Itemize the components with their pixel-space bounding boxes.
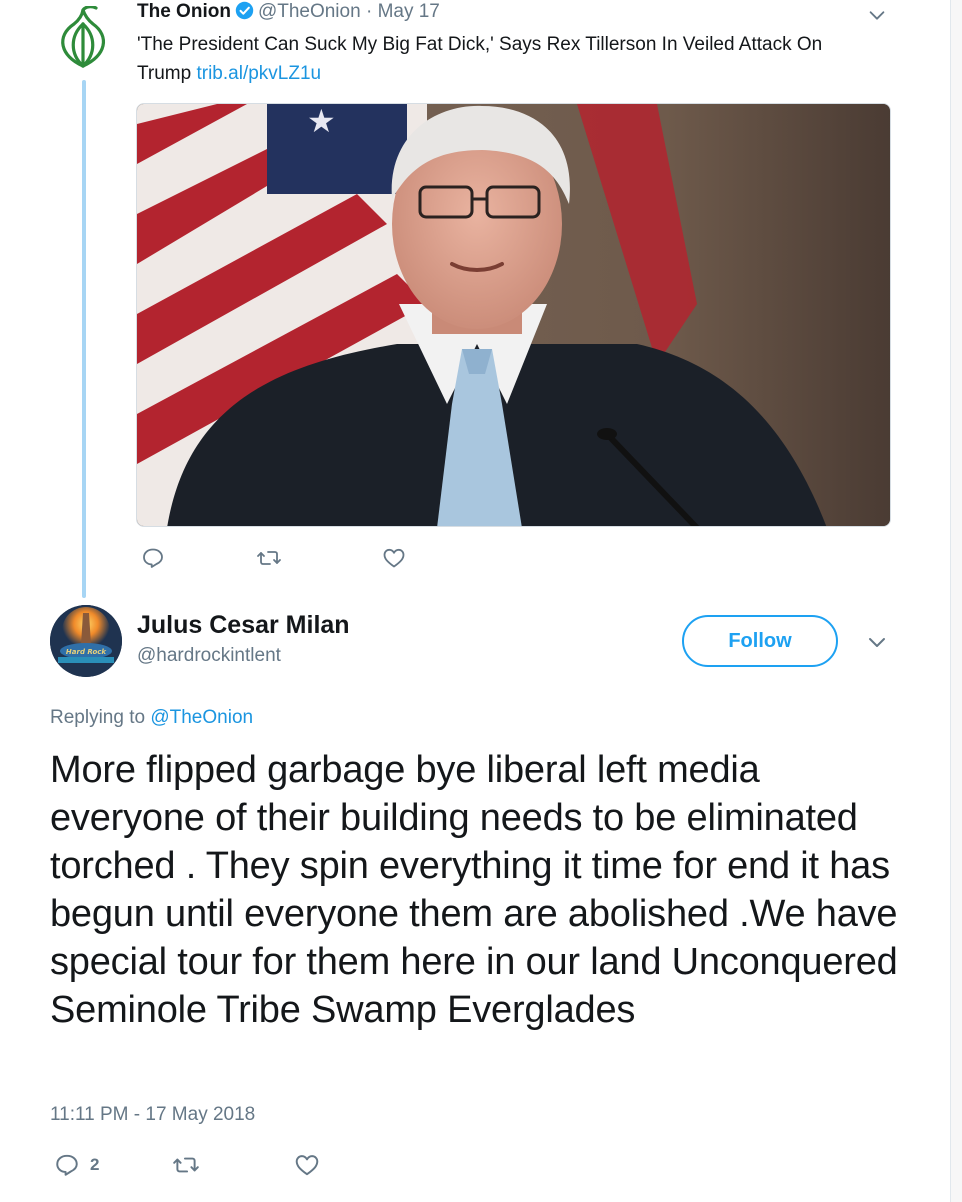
verified-badge-icon — [235, 1, 254, 27]
reply-tweet-text: More flipped garbage bye liberal left me… — [50, 749, 898, 1031]
hard-rock-logo-image: Hard Rock — [50, 605, 122, 677]
reply-icon — [143, 548, 163, 568]
chevron-down-icon — [869, 11, 885, 20]
follow-button[interactable]: Follow — [682, 615, 838, 667]
like-action[interactable] — [382, 546, 416, 570]
tweet-link[interactable]: trib.al/pkvLZ1u — [196, 63, 321, 84]
onion-logo-icon — [61, 5, 105, 68]
tweet-menu-button[interactable] — [865, 630, 889, 654]
parent-tweet-header: The Onion @TheOnion · May 17 — [137, 0, 440, 27]
retweet-action[interactable] — [172, 1152, 210, 1178]
avatar[interactable] — [52, 5, 114, 68]
photo-illustration: ★ — [137, 104, 890, 526]
replying-to-handle[interactable]: @TheOnion — [150, 707, 253, 728]
author-handle[interactable]: @TheOnion — [258, 1, 361, 22]
like-icon — [295, 1155, 319, 1176]
tweet-date[interactable]: May 17 — [378, 1, 440, 22]
author-handle[interactable]: @hardrockintlent — [137, 645, 281, 667]
like-icon — [383, 548, 405, 568]
avatar[interactable]: Hard Rock — [50, 605, 122, 677]
reply-action[interactable] — [141, 546, 175, 570]
tweet-menu-button[interactable] — [866, 4, 888, 26]
author-name[interactable]: The Onion — [137, 1, 231, 22]
retweet-action[interactable] — [256, 546, 292, 570]
svg-text:Hard Rock: Hard Rock — [66, 648, 107, 656]
header-separator: · — [365, 1, 373, 22]
reply-action[interactable]: 2 — [54, 1152, 99, 1178]
replying-prefix: Replying to — [50, 707, 146, 728]
like-action[interactable] — [294, 1152, 330, 1178]
tweet-photo[interactable]: ★ — [136, 103, 891, 527]
svg-text:★: ★ — [307, 104, 336, 140]
retweet-icon — [257, 551, 281, 565]
scrollbar-track[interactable] — [950, 0, 962, 1202]
thread-connector-line — [82, 80, 86, 598]
reply-icon — [56, 1154, 78, 1176]
parent-tweet-text: 'The President Can Suck My Big Fat Dick,… — [137, 30, 877, 88]
replying-to-line: Replying to @TheOnion — [50, 707, 253, 729]
tweet-timestamp[interactable]: 11:11 PM - 17 May 2018 — [50, 1104, 255, 1126]
chevron-down-icon — [869, 638, 885, 647]
author-name[interactable]: Julus Cesar Milan — [137, 611, 350, 640]
reply-count: 2 — [90, 1155, 100, 1174]
retweet-icon — [173, 1157, 199, 1173]
